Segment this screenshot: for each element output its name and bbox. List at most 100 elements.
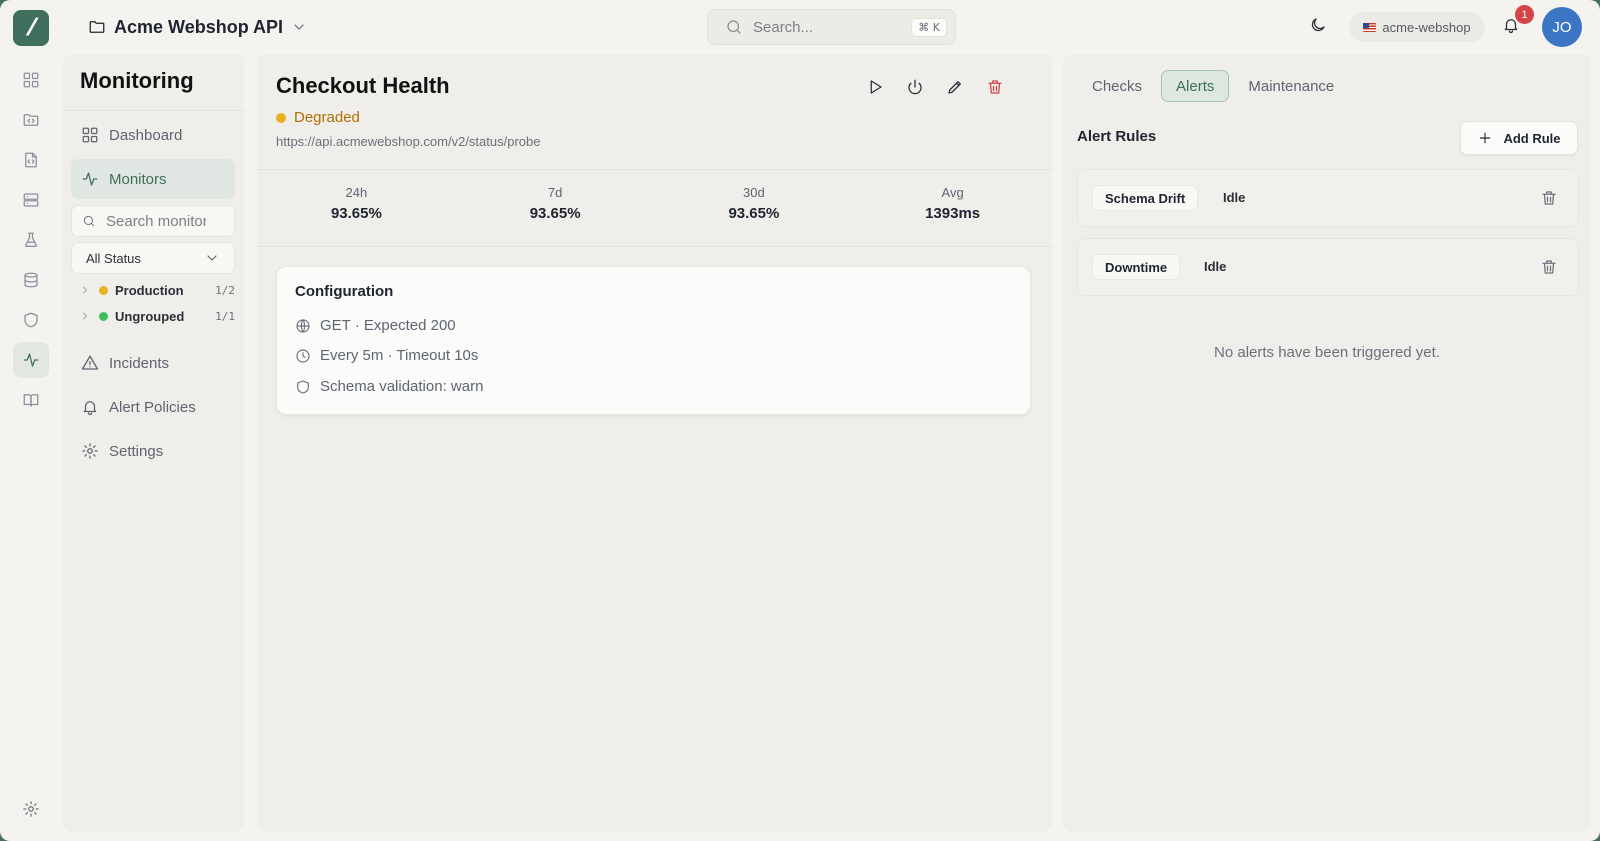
sidebar-item-dashboard[interactable]: Dashboard: [71, 115, 235, 155]
rule-state: Idle: [1223, 190, 1246, 205]
gear-icon: [82, 443, 98, 459]
alert-rule-row: Downtime Idle: [1077, 238, 1579, 296]
monitor-status: Degraded: [276, 109, 360, 126]
status-filter-value: All Status: [86, 250, 141, 266]
stat-24h: 24h 93.65%: [257, 170, 456, 246]
add-rule-button[interactable]: Add Rule: [1460, 121, 1578, 155]
stat-value: 1393ms: [925, 205, 981, 222]
monitor-actions: [866, 78, 1004, 96]
search-icon: [83, 215, 95, 227]
chevron-right-icon: [83, 286, 87, 294]
group-status-dot: [99, 311, 108, 321]
monitor-group-production[interactable]: Production 1/2: [79, 279, 235, 301]
sidebar-item-label: Monitors: [109, 170, 167, 188]
sidebar-divider: [63, 110, 244, 111]
config-schedule: Every 5m · Timeout 10s: [295, 347, 478, 364]
trash-icon[interactable]: [1540, 258, 1558, 276]
chevron-right-icon: [83, 312, 87, 320]
monitor-url: https://api.acmewebshop.com/v2/status/pr…: [276, 134, 541, 149]
config-schema: Schema validation: warn: [295, 378, 483, 395]
notification-badge: 1: [1515, 5, 1534, 24]
plus-icon: [1480, 132, 1491, 144]
book-icon[interactable]: [13, 382, 49, 418]
file-code-icon[interactable]: [13, 142, 49, 178]
tab-maintenance[interactable]: Maintenance: [1233, 70, 1349, 102]
warning-icon: [81, 355, 99, 370]
monitor-detail-panel: Checkout Health Degraded https://api.acm…: [257, 54, 1052, 832]
alert-rules-title: Alert Rules: [1077, 128, 1157, 145]
folder-code-icon[interactable]: [13, 102, 49, 138]
chevron-down-icon: [207, 255, 217, 261]
monitor-title: Checkout Health: [276, 73, 450, 98]
sidebar-item-incidents[interactable]: Incidents: [71, 343, 235, 383]
trash-icon[interactable]: [986, 78, 1004, 96]
stat-value: 93.65%: [728, 205, 780, 222]
stat-label: Avg: [941, 185, 964, 200]
group-name: Production: [115, 282, 184, 298]
search-shortcut: ⌘ K: [911, 17, 947, 37]
pencil-icon[interactable]: [946, 78, 964, 96]
config-request: GET · Expected 200: [295, 317, 456, 334]
shield-icon[interactable]: [13, 302, 49, 338]
settings-icon[interactable]: [22, 800, 40, 818]
stat-value: 93.65%: [330, 205, 382, 222]
dashboard-icon[interactable]: [13, 62, 49, 98]
config-schema-text: Schema validation: warn: [320, 378, 484, 395]
stat-avg: Avg 1393ms: [853, 170, 1052, 246]
status-filter-select[interactable]: All Status: [71, 242, 235, 274]
rule-state: Idle: [1204, 259, 1227, 274]
configuration-title: Configuration: [295, 283, 394, 300]
trash-icon[interactable]: [1540, 189, 1558, 207]
stat-label: 30d: [743, 185, 765, 200]
alert-rule-row: Schema Drift Idle: [1077, 169, 1579, 227]
app-logo[interactable]: /: [13, 10, 49, 46]
clock-icon: [296, 348, 310, 363]
config-request-text: GET · Expected 200: [320, 317, 456, 334]
server-icon[interactable]: [13, 182, 49, 218]
project-selector[interactable]: Acme Webshop API: [88, 13, 307, 41]
stat-7d: 7d 93.65%: [456, 170, 655, 246]
flask-icon[interactable]: [13, 222, 49, 258]
status-dot: [276, 112, 286, 123]
monitor-group-ungrouped[interactable]: Ungrouped 1/1: [79, 305, 235, 327]
global-search-placeholder: Search...: [753, 18, 814, 36]
rule-name: Schema Drift: [1092, 185, 1199, 211]
divider: [257, 246, 1052, 247]
globe-icon: [296, 318, 310, 333]
group-count: 1/1: [215, 309, 235, 323]
config-schedule-text: Every 5m · Timeout 10s: [320, 347, 479, 364]
play-icon[interactable]: [866, 78, 884, 96]
add-rule-label: Add Rule: [1503, 130, 1561, 146]
shield-icon: [297, 379, 309, 394]
stat-label: 24h: [345, 185, 368, 200]
activity-icon[interactable]: [13, 342, 49, 378]
stat-30d: 30d 93.65%: [655, 170, 854, 246]
database-icon[interactable]: [13, 262, 49, 298]
tab-checks[interactable]: Checks: [1077, 70, 1157, 102]
sidebar-item-label: Settings: [109, 442, 164, 460]
chevron-down-icon: [294, 24, 304, 30]
global-search[interactable]: Search... ⌘ K: [707, 9, 956, 45]
workspace-name: acme-webshop: [1382, 19, 1471, 35]
empty-alerts-message: No alerts have been triggered yet.: [1214, 344, 1440, 361]
stat-label: 7d: [547, 185, 563, 200]
group-name: Ungrouped: [115, 308, 185, 324]
sidebar-item-label: Dashboard: [109, 126, 183, 144]
activity-icon: [82, 172, 98, 186]
tab-alerts[interactable]: Alerts: [1161, 70, 1230, 102]
monitor-search-input[interactable]: [106, 212, 206, 230]
sidebar-item-alert-policies[interactable]: Alert Policies: [71, 387, 235, 427]
stat-value: 93.65%: [529, 205, 581, 222]
rule-name: Downtime: [1092, 254, 1181, 280]
workspace-selector[interactable]: acme-webshop: [1349, 12, 1485, 42]
user-avatar[interactable]: JO: [1542, 7, 1582, 47]
moon-icon[interactable]: [1309, 16, 1327, 34]
sidebar-item-monitors[interactable]: Monitors: [71, 159, 235, 199]
status-label: Degraded: [294, 109, 360, 126]
power-icon[interactable]: [906, 78, 924, 96]
monitor-search[interactable]: [71, 205, 235, 237]
sidebar-item-settings[interactable]: Settings: [71, 431, 235, 471]
alerts-panel: Checks Alerts Maintenance Alert Rules Ad…: [1063, 54, 1591, 832]
group-status-dot: [99, 285, 108, 295]
sidebar-item-label: Alert Policies: [109, 398, 196, 416]
